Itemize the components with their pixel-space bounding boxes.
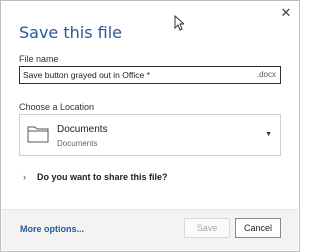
mouse-cursor-icon: [174, 15, 184, 31]
close-icon[interactable]: ✕: [279, 6, 293, 20]
share-toggle[interactable]: › Do you want to share this file?: [23, 172, 168, 186]
file-extension: .docx: [256, 70, 276, 79]
file-name-input[interactable]: [23, 68, 248, 82]
more-options-link[interactable]: More options...: [20, 224, 84, 234]
location-label: Choose a Location: [19, 102, 95, 112]
location-name: Documents: [57, 124, 108, 135]
location-path: Documents: [57, 139, 98, 148]
save-dialog: ✕ Save this file File name .docx Choose …: [0, 0, 300, 252]
dialog-title: Save this file: [19, 23, 123, 42]
folder-icon: [27, 126, 49, 143]
dialog-footer: More options... Save Cancel: [2, 209, 298, 250]
file-name-field[interactable]: .docx: [19, 66, 281, 84]
chevron-right-icon: ›: [23, 172, 26, 182]
location-dropdown[interactable]: Documents Documents ▼: [19, 114, 281, 156]
share-label: Do you want to share this file?: [37, 172, 168, 182]
dropdown-caret-icon: ▼: [265, 131, 272, 138]
save-button[interactable]: Save: [184, 218, 230, 238]
file-name-label: File name: [19, 54, 59, 64]
cancel-button[interactable]: Cancel: [235, 218, 281, 238]
